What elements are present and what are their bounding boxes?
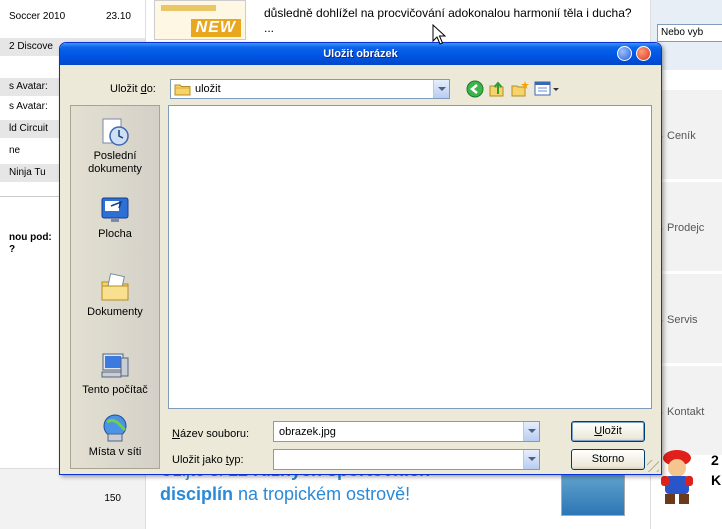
count-value: 150	[104, 493, 121, 504]
desktop-icon	[101, 197, 129, 222]
resize-grip[interactable]	[647, 460, 659, 472]
filename-dropdown-arrow[interactable]	[523, 422, 539, 441]
places-bar: Poslední dokumenty Plocha Dokumenty Tent…	[70, 105, 160, 469]
network-places-icon	[103, 414, 127, 442]
filetype-select[interactable]	[273, 449, 540, 470]
left-bottom-box: 150	[0, 468, 145, 529]
save-in-combo[interactable]: uložit	[170, 79, 450, 99]
filename-input[interactable]: obrazek.jpg	[273, 421, 540, 442]
recent-documents-icon	[102, 118, 129, 146]
ad-strip	[161, 5, 216, 11]
new-badge: NEW	[190, 19, 241, 37]
dialog-title: Uložit obrázek	[323, 48, 398, 60]
ad-banner-top[interactable]: NEW	[154, 0, 246, 40]
new-folder-icon[interactable]	[511, 80, 529, 98]
select-dropdown[interactable]: Nebo vyb	[657, 24, 722, 42]
filetype-label: Uložit jako typ:	[172, 454, 244, 466]
filetype-dropdown-arrow[interactable]	[523, 450, 539, 469]
filename-label: Název souboru:	[172, 428, 250, 440]
file-list-view[interactable]	[168, 105, 652, 409]
promo-text: 2 K	[711, 452, 722, 488]
list-item[interactable]: Soccer 2010 23.10	[0, 8, 145, 26]
up-folder-icon[interactable]	[488, 80, 506, 98]
place-desktop[interactable]: Plocha	[71, 188, 159, 258]
cancel-button[interactable]: Storno	[571, 449, 645, 470]
mario-character-icon	[661, 450, 693, 504]
save-in-dropdown-arrow[interactable]	[433, 80, 449, 98]
my-computer-icon	[101, 353, 129, 378]
folder-icon	[174, 84, 191, 96]
dialog-titlebar[interactable]: Uložit obrázek	[60, 43, 661, 65]
mouse-cursor-icon	[432, 24, 446, 45]
save-in-label: Uložit do:	[110, 83, 156, 95]
my-documents-icon	[101, 273, 129, 301]
place-my-documents[interactable]: Dokumenty	[71, 266, 159, 336]
close-button[interactable]	[636, 46, 651, 61]
place-network[interactable]: Místa v síti	[71, 406, 159, 474]
save-button[interactable]: Uložit	[571, 421, 645, 442]
banner-text: na tropickém ostrově!	[233, 484, 411, 504]
save-in-value: uložit	[195, 83, 221, 95]
save-image-dialog: Uložit obrázek Uložit do: uložit Posledn…	[59, 42, 662, 475]
help-button[interactable]	[617, 46, 632, 61]
back-icon[interactable]	[466, 80, 484, 98]
place-my-computer[interactable]: Tento počítač	[71, 344, 159, 414]
filename-value: obrazek.jpg	[279, 426, 336, 438]
view-menu-icon[interactable]	[534, 80, 560, 98]
place-recent-documents[interactable]: Poslední dokumenty	[71, 110, 159, 180]
banner-text-bold: disciplín	[160, 484, 234, 504]
article-text[interactable]: důsledně dohlížel na procvičování adokon…	[264, 6, 644, 36]
